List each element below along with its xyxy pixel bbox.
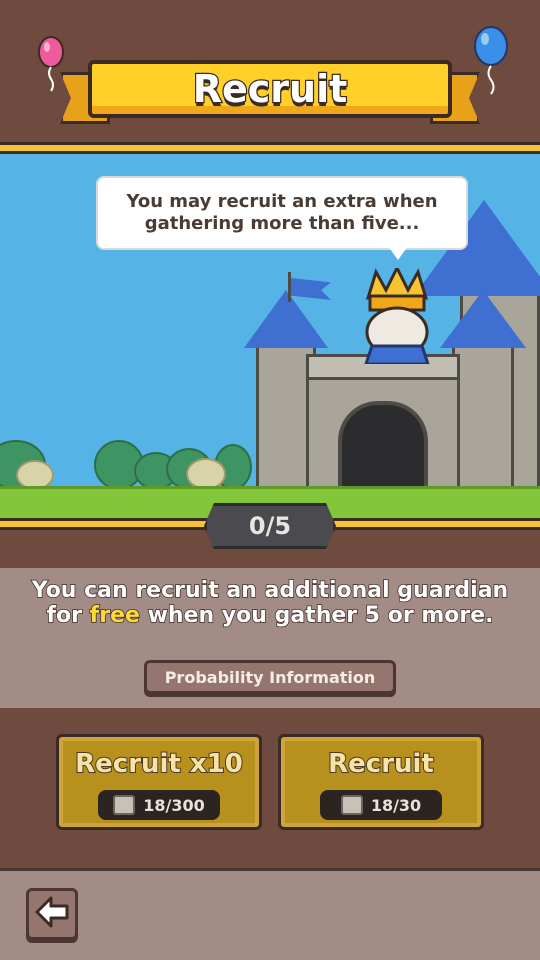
scroll-icon xyxy=(340,795,363,815)
info-text-after: when you gather 5 or more. xyxy=(139,602,494,629)
recruit-x10-label: Recruit x10 xyxy=(74,748,244,780)
speech-bubble-text: You may recruit an extra when gathering … xyxy=(126,191,438,234)
pink-balloon-icon xyxy=(36,36,66,92)
probability-info-button[interactable]: Probability Information xyxy=(144,660,396,694)
bottom-bar xyxy=(0,868,540,960)
back-button[interactable] xyxy=(26,888,78,940)
recruit-x10-cost: 18/300 xyxy=(98,790,220,820)
castle-tower-right xyxy=(452,344,514,494)
recruit-cost: 18/30 xyxy=(320,790,442,820)
king-character xyxy=(362,264,432,366)
castle-roof-left xyxy=(244,290,328,348)
back-arrow-icon xyxy=(35,896,69,932)
recruit-x10-cost-value: 18/300 xyxy=(143,795,205,815)
recruit-label: Recruit xyxy=(327,748,435,780)
info-text-highlight: free xyxy=(89,602,141,629)
page-title: Recruit xyxy=(191,66,348,113)
divider-top xyxy=(0,142,540,154)
recruit-counter-text: 0/5 xyxy=(248,512,292,540)
flag-left-cloth xyxy=(291,278,331,300)
scroll-icon xyxy=(113,795,136,815)
recruit-cost-value: 18/30 xyxy=(370,795,422,815)
flag-left xyxy=(288,272,291,302)
castle-gate xyxy=(338,401,428,491)
blue-balloon-icon xyxy=(472,26,510,98)
info-text: You can recruit an additional guardian f… xyxy=(20,577,520,629)
